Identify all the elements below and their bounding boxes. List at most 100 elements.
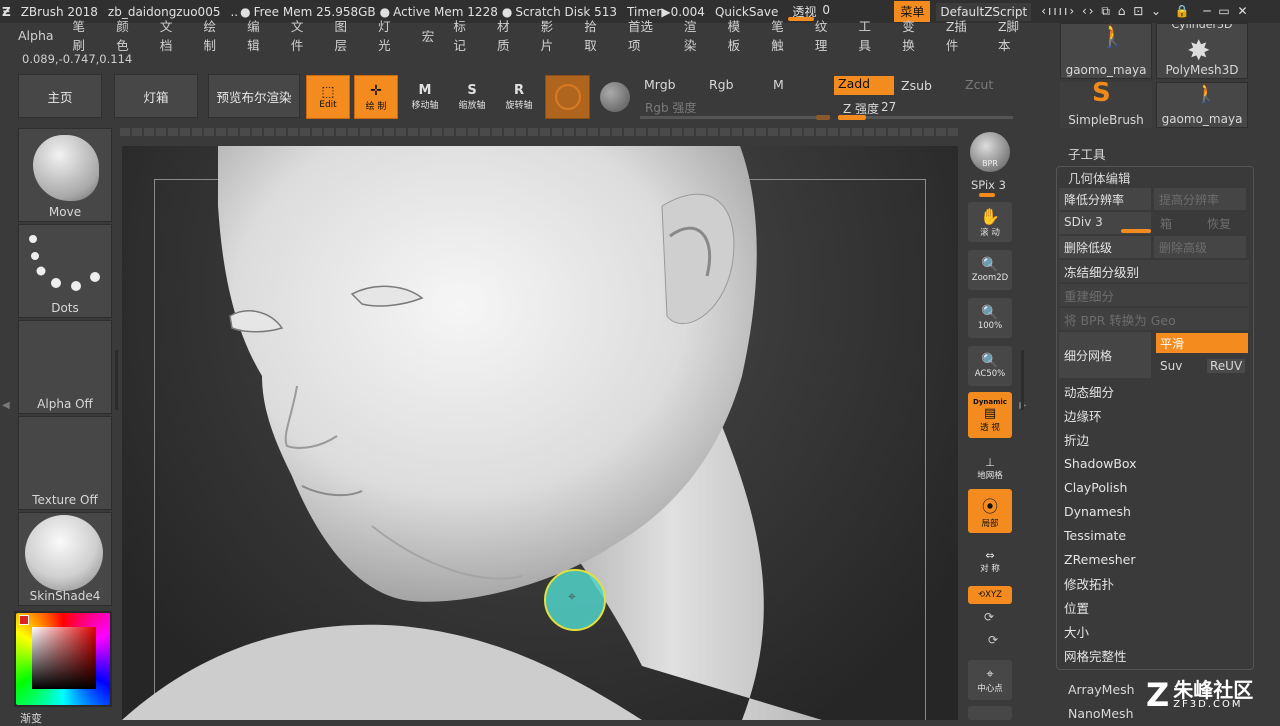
menu-item[interactable]: 变换 [902,16,927,54]
rotate-z-icon[interactable]: ⟳ [988,633,998,647]
geometry-subsection-item[interactable]: 网格完整性 [1059,644,1249,666]
geometry-subsection-item[interactable]: 位置 [1059,596,1249,618]
rotate-axis-button[interactable]: R 旋转轴 [497,75,541,119]
left-scroll-handle[interactable] [115,350,118,410]
right-scroll-handle[interactable] [1021,350,1024,410]
geometry-subsection-item[interactable]: Dynamesh [1059,500,1249,522]
delete-higher-button[interactable]: 删除高级 [1154,236,1246,258]
menu-item[interactable]: 宏 [422,26,435,45]
material-sphere-button[interactable] [545,75,590,119]
ac50-button[interactable]: 🔍 AC50% [968,346,1012,386]
subtool-thumb-gaomo-1[interactable]: 🚶 gaomo_maya [1060,23,1152,79]
stroke-slot[interactable]: Dots [18,224,112,318]
floor-button[interactable]: ⊥ 地网格 [968,452,1012,484]
geometry-header[interactable]: 几何体编辑 [1068,168,1131,187]
main-color-swatch[interactable] [19,615,29,625]
head-model[interactable] [122,146,958,720]
reuv-button[interactable]: ReUV [1207,359,1246,373]
move-axis-button[interactable]: M 移动轴 [403,75,447,119]
actual-size-button[interactable]: 🔍 100% [968,298,1012,338]
menu-item[interactable]: 文件 [291,16,316,54]
geometry-subsection-item[interactable]: 边缘环 [1059,404,1249,426]
m-button[interactable]: M [773,77,784,92]
menu-item[interactable]: 灯光 [378,16,403,54]
scale-axis-button[interactable]: S 缩放轴 [450,75,494,119]
symmetry-button[interactable]: ⇔ 对 称 [968,546,1012,576]
menu-item[interactable]: 图层 [334,16,359,54]
texture-slot[interactable]: Texture Off [18,416,112,510]
delete-lower-button[interactable]: 删除低级 [1059,236,1151,258]
local-button[interactable]: ⦿ 局部 [968,489,1012,533]
menu-item[interactable]: 笔刷 [73,16,98,54]
bpr-render-button[interactable]: BPR [970,132,1010,172]
menu-item[interactable]: 笔触 [771,16,796,54]
rebuild-subdiv-button[interactable]: 重建细分 [1059,284,1249,306]
brush-slot[interactable]: Move [18,128,112,222]
menu-item[interactable]: 模板 [728,16,753,54]
subtool-header[interactable]: 子工具 [1068,144,1106,163]
geometry-subsection-item[interactable]: ClayPolish [1059,476,1249,498]
cage-button[interactable]: 箱 [1160,215,1172,232]
freeze-subdiv-button[interactable]: 冻结细分级别 [1059,260,1249,282]
saturation-square[interactable] [32,627,96,689]
color-sphere-icon[interactable] [600,82,630,112]
menu-item[interactable]: 材质 [497,16,522,54]
geometry-subsection-item[interactable]: 修改拓扑 [1059,572,1249,594]
draw-button[interactable]: ✛ 绘 制 [354,75,398,119]
home-button[interactable]: 主页 [18,74,102,118]
sdiv-slider[interactable]: SDiv 3 [1059,212,1151,234]
left-collapse-icon[interactable]: ◀ [2,400,10,411]
rgb-button[interactable]: Rgb [709,77,734,92]
geometry-subsection-item[interactable]: 大小 [1059,620,1249,642]
menu-item[interactable]: 首选项 [628,16,665,54]
menu-item[interactable]: 文档 [160,16,185,54]
rotate-y-icon[interactable]: ⟳ [984,610,994,624]
menu-item[interactable]: 编辑 [247,16,272,54]
subtool-thumb-gaomo-2[interactable]: 🚶 gaomo_maya [1156,82,1248,128]
menu-item[interactable]: 颜色 [116,16,141,54]
zadd-button[interactable]: Zadd [834,76,894,95]
edit-button[interactable]: ⬚ Edit [306,75,350,119]
mrgb-button[interactable]: Mrgb [644,77,676,92]
xyz-button[interactable]: ⟲ XYZ [968,586,1012,604]
bpr-to-geo-button[interactable]: 将 BPR 转换为 Geo [1059,308,1249,330]
restore-button[interactable]: 恢复 [1207,215,1231,232]
higher-res-button[interactable]: 提高分辨率 [1154,188,1246,210]
suv-toggle[interactable]: Suv [1160,359,1182,373]
geometry-subsection-item[interactable]: ShadowBox [1059,452,1249,474]
lower-res-button[interactable]: 降低分辨率 [1059,188,1151,210]
subtool-thumb-simplebrush[interactable]: S SimpleBrush [1060,78,1152,128]
geometry-subsection-item[interactable]: Tessimate [1059,524,1249,546]
rgb-intensity-slider[interactable] [640,115,830,120]
geometry-subsection-item[interactable]: 动态细分 [1059,380,1249,402]
menu-item[interactable]: 纹理 [815,16,840,54]
more-tool-button[interactable] [968,706,1012,720]
spix-slider[interactable] [979,193,995,197]
material-slot[interactable]: SkinShade4 [18,512,112,606]
nanomesh-header[interactable]: NanoMesh [1068,706,1134,721]
tray-icons[interactable]: ‹ıııı› ‹› ⧉ ⌂ ⊡ ⌄ 🔒 ─ ▭ ✕ [1041,4,1249,19]
menu-item[interactable]: 拾取 [584,16,609,54]
color-picker[interactable] [14,611,112,707]
bpr-preview-button[interactable]: 预览布尔渲染 [208,74,300,118]
lightbox-button[interactable]: 灯箱 [114,74,198,118]
zcut-button[interactable]: Zcut [965,77,993,92]
menu-item[interactable]: 标记 [453,16,478,54]
menu-item[interactable]: 影片 [541,16,566,54]
z-intensity-slider[interactable] [838,115,1013,120]
menu-item[interactable]: 渲染 [684,16,709,54]
viewport-canvas[interactable]: ⌖ [122,146,958,720]
menu-item[interactable]: 绘制 [204,16,229,54]
menu-item[interactable]: Z脚本 [998,16,1031,54]
zoom2d-button[interactable]: 🔍 Zoom2D [968,250,1012,290]
scroll-button[interactable]: ✋ 滚 动 [968,202,1012,242]
zsub-button[interactable]: Zsub [901,78,932,93]
geometry-subsection-item[interactable]: ZRemesher [1059,548,1249,570]
menu-item[interactable]: 工具 [859,16,884,54]
center-pivot-button[interactable]: ⌖ 中心点 [968,660,1012,700]
divide-button[interactable]: 细分网格 [1059,332,1151,378]
spix-label[interactable]: SPix 3 [971,178,1006,192]
geometry-subsection-item[interactable]: 折边 [1059,428,1249,450]
arraymesh-header[interactable]: ArrayMesh [1068,682,1135,697]
alpha-slot[interactable]: Alpha Off [18,320,112,414]
